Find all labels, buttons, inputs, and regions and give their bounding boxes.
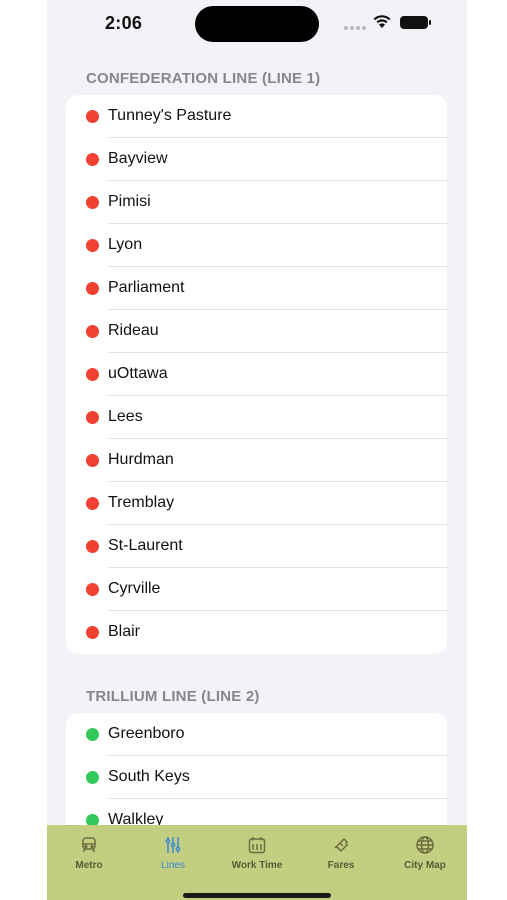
station-row[interactable]: South Keys: [66, 756, 447, 799]
station-name: Blair: [108, 623, 141, 640]
station-name: Walkley: [108, 811, 164, 825]
station-name: Tunney's Pasture: [108, 107, 232, 124]
station-name: Bayview: [108, 150, 168, 167]
tab-bar: Metro Lines Work Time Fares City Map: [47, 825, 467, 900]
tab-fares[interactable]: Fares: [299, 825, 383, 875]
tab-city-map[interactable]: City Map: [383, 825, 467, 875]
line-color-dot-icon: [86, 239, 99, 252]
line-color-dot-icon: [86, 411, 99, 424]
station-row[interactable]: Cyrville: [66, 568, 447, 611]
line-color-dot-icon: [86, 325, 99, 338]
line2-stations-card: Greenboro South Keys Walkley: [66, 713, 447, 825]
calendar-icon: [248, 837, 266, 854]
train-icon: [82, 837, 96, 853]
line-color-dot-icon: [86, 196, 99, 209]
section-header-line1: CONFEDERATION LINE (LINE 1): [86, 70, 321, 87]
station-name: Cyrville: [108, 580, 161, 597]
lines-icon: [165, 837, 181, 853]
station-row[interactable]: Pimisi: [66, 181, 447, 224]
station-name: Greenboro: [108, 725, 185, 742]
tab-city-map-label: City Map: [404, 860, 446, 871]
station-row[interactable]: Lyon: [66, 224, 447, 267]
tab-metro[interactable]: Metro: [47, 825, 131, 875]
station-row[interactable]: Walkley: [66, 799, 447, 825]
line-color-dot-icon: [86, 771, 99, 784]
station-name: Rideau: [108, 322, 159, 339]
line-color-dot-icon: [86, 540, 99, 553]
station-name: Parliament: [108, 279, 185, 296]
tab-fares-label: Fares: [327, 860, 355, 871]
station-row[interactable]: Lees: [66, 396, 447, 439]
station-row[interactable]: Greenboro: [66, 713, 447, 756]
globe-icon: [416, 836, 434, 854]
station-name: Tremblay: [108, 494, 175, 511]
station-row[interactable]: Blair: [66, 611, 447, 654]
app-screen: 2:06 CONFEDERATION LINE (LINE 1) Tunney'…: [47, 0, 467, 900]
line-color-dot-icon: [86, 497, 99, 510]
station-row[interactable]: uOttawa: [66, 353, 447, 396]
line-color-dot-icon: [86, 153, 99, 166]
lines-list[interactable]: CONFEDERATION LINE (LINE 1) Tunney's Pas…: [47, 0, 467, 825]
tab-metro-label: Metro: [75, 860, 103, 871]
tab-lines-label: Lines: [161, 860, 185, 871]
station-name: Lees: [108, 408, 143, 425]
line-color-dot-icon: [86, 626, 99, 639]
station-row[interactable]: Tremblay: [66, 482, 447, 525]
station-row[interactable]: Tunney's Pasture: [66, 95, 447, 138]
ticket-icon: [334, 837, 349, 853]
station-name: Pimisi: [108, 193, 151, 210]
station-name: Hurdman: [108, 451, 174, 468]
station-name: Lyon: [108, 236, 143, 253]
station-name: South Keys: [108, 768, 190, 785]
station-row[interactable]: Bayview: [66, 138, 447, 181]
home-indicator: [183, 893, 331, 898]
line-color-dot-icon: [86, 110, 99, 123]
line-color-dot-icon: [86, 583, 99, 596]
line-color-dot-icon: [86, 368, 99, 381]
station-row[interactable]: Parliament: [66, 267, 447, 310]
tab-work-time-label: Work Time: [231, 860, 283, 871]
line-color-dot-icon: [86, 814, 99, 825]
line1-stations-card: Tunney's Pasture Bayview Pimisi Lyon Parliam…: [66, 95, 447, 654]
section-header-line2: TRILLIUM LINE (LINE 2): [86, 688, 260, 705]
tab-lines[interactable]: Lines: [131, 825, 215, 875]
station-row[interactable]: St-Laurent: [66, 525, 447, 568]
station-row[interactable]: Hurdman: [66, 439, 447, 482]
station-name: St-Laurent: [108, 537, 183, 554]
line-color-dot-icon: [86, 282, 99, 295]
line-color-dot-icon: [86, 454, 99, 467]
station-row[interactable]: Rideau: [66, 310, 447, 353]
tab-work-time[interactable]: Work Time: [215, 825, 299, 875]
line-color-dot-icon: [86, 728, 99, 741]
station-name: uOttawa: [108, 365, 168, 382]
